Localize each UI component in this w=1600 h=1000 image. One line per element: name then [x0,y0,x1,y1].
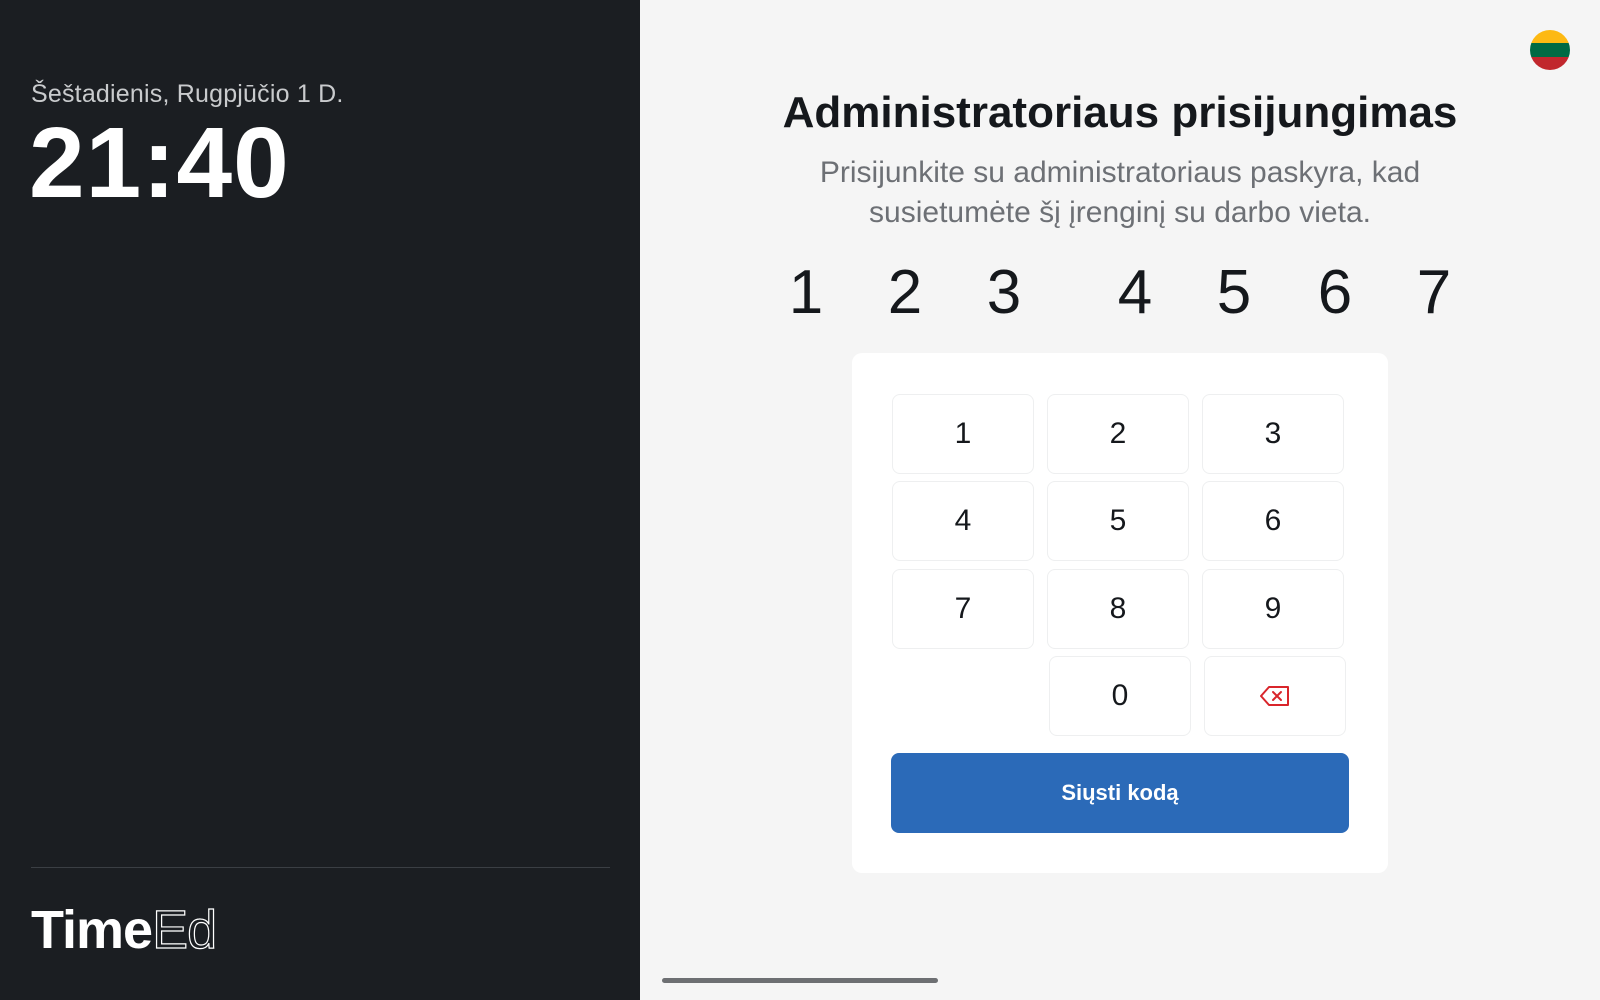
send-code-button[interactable]: Siųsti kodą [891,753,1349,833]
home-indicator[interactable] [662,978,938,983]
keypad-key-4[interactable]: 4 [892,481,1034,561]
divider [31,867,610,868]
code-digit: 3 [986,258,1022,327]
logo-bold-text: Time [31,900,153,960]
keypad-key-6[interactable]: 6 [1202,481,1344,561]
code-digit: 1 [788,258,824,327]
keypad-key-5[interactable]: 5 [1047,481,1189,561]
page-subtitle: Prisijunkite su administratoriaus paskyr… [819,156,1421,229]
keypad-key-2[interactable]: 2 [1047,394,1189,474]
logo-thin-text: Ed [151,899,217,960]
backspace-icon [1260,686,1289,706]
current-date: Šeštadienis, Rugpjūčio 1 D. [31,80,344,108]
code-display: 1 2 3 4 5 6 7 [0,258,1600,328]
keypad-key-3[interactable]: 3 [1202,394,1344,474]
code-digit: 2 [887,258,923,327]
lithuania-flag-icon[interactable] [1530,30,1570,70]
keypad-key-0[interactable]: 0 [1049,656,1191,736]
timeed-logo: TimeEd [31,899,218,960]
backspace-button[interactable] [1204,656,1346,736]
keypad-key-1[interactable]: 1 [892,394,1034,474]
clock-panel: Šeštadienis, Rugpjūčio 1 D. 21:40 TimeEd [0,0,640,1000]
code-digit: 4 [1117,258,1153,327]
keypad-key-8[interactable]: 8 [1047,569,1189,649]
code-digit: 7 [1416,258,1452,327]
code-digit: 6 [1317,258,1353,327]
keypad-key-9[interactable]: 9 [1202,569,1344,649]
current-time: 21:40 [29,107,290,219]
flag-stripe-green [1530,43,1570,57]
page-title: Administratoriaus prisijungimas [782,88,1458,137]
keypad-key-7[interactable]: 7 [892,569,1034,649]
code-digit: 5 [1216,258,1252,327]
